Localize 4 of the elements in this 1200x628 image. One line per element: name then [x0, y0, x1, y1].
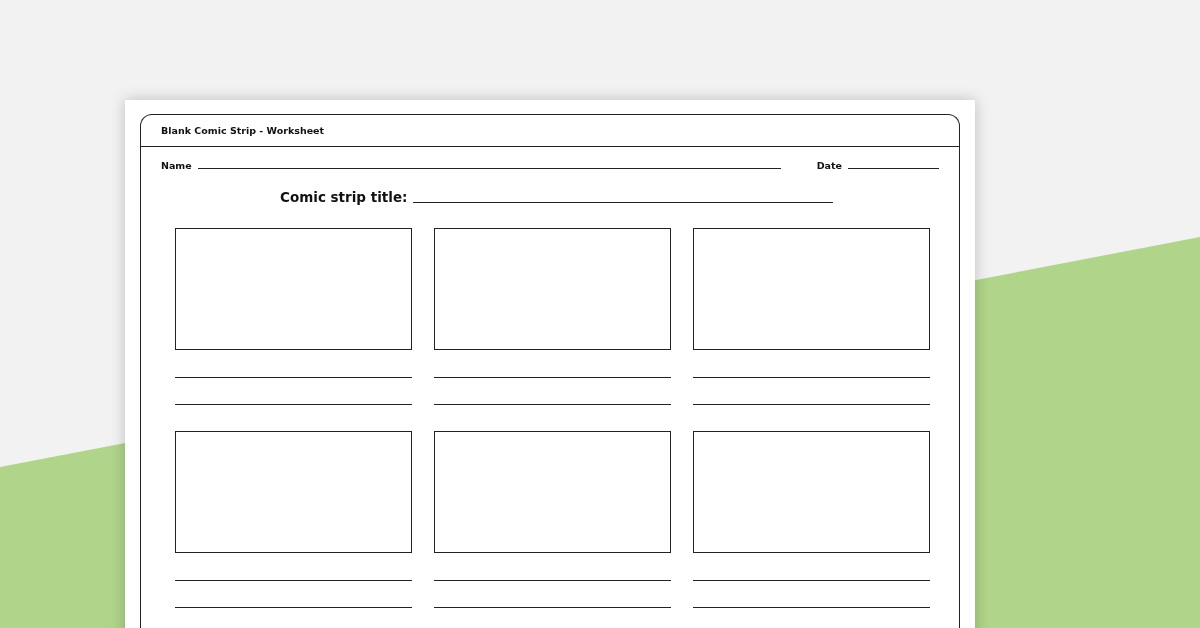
name-label: Name: [161, 160, 192, 171]
strip-title-label: Comic strip title:: [280, 189, 408, 205]
date-label: Date: [816, 160, 842, 171]
worksheet-title: Blank Comic Strip - Worksheet: [161, 125, 325, 136]
